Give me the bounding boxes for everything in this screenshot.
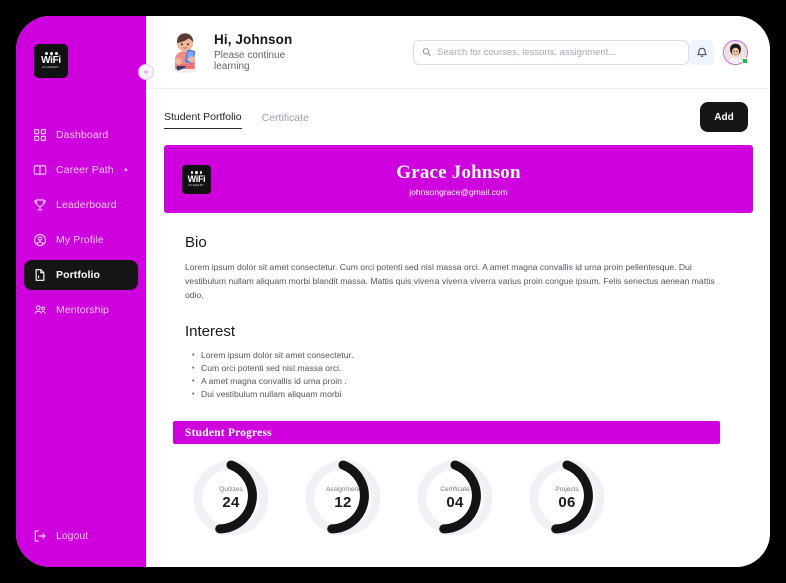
bell-icon [696,47,707,57]
sidebar-nav: Dashboard Career Path ▲ Leaderboard My P… [16,120,146,330]
list-item: Dui vestibulum nullam aliquam morbi [192,388,753,401]
progress-value: 06 [558,493,576,511]
sidebar-item-dashboard[interactable]: Dashboard [24,120,138,150]
tab-certificate[interactable]: Certificate [262,112,309,129]
progress-value: 04 [446,493,464,511]
sidebar-item-label: My Profile [56,234,104,246]
bio-heading: Bio [185,234,207,251]
logo-wordmark: WiFi [41,55,61,66]
logo-wordmark: WiFi [187,173,206,184]
logo-subtext: ACADEMY [188,183,205,187]
search-icon [422,48,431,57]
greeting-title: Hi, Johnson [214,32,293,47]
search-input[interactable] [437,46,680,58]
logo-subtext: ACADEMY [42,66,60,69]
app-window: WiFi ACADEMY « Dashboard Career Path ▲ L… [16,16,770,567]
progress-label: Assignment [326,485,360,493]
avatar[interactable] [723,39,748,65]
sidebar-collapse-button[interactable]: « [138,64,154,80]
progress-value: 24 [222,493,240,511]
file-icon [35,269,45,281]
profile-name: Grace Johnson [396,161,521,183]
sidebar-item-mentorship[interactable]: Mentorship [24,295,138,325]
interest-list: Lorem ipsum dolor sit amet consectetur. … [192,349,753,401]
progress-ring-quizzes: Quizzes 24 [190,457,272,539]
student-progress-header: Student Progress [173,421,720,444]
progress-label: Projects [555,485,579,493]
interest-heading: Interest [185,323,236,340]
sidebar-item-portfolio[interactable]: Portfolio [24,260,138,290]
progress-ring-certificate: Certificate 04 [414,457,496,539]
progress-ring-projects: Projects 06 [526,457,608,539]
sidebar-item-label: Leaderboard [56,199,117,211]
book-icon [33,165,47,175]
add-button[interactable]: Add [700,102,748,132]
student-progress-title: Student Progress [185,426,272,439]
trophy-icon [34,199,46,211]
sidebar-item-my-profile[interactable]: My Profile [24,225,138,255]
search-bar[interactable] [412,39,689,65]
sidebar-item-label: Dashboard [56,129,109,141]
tab-label: Student Portfolio [164,111,242,123]
sidebar-item-label: Portfolio [56,269,101,281]
progress-row: Quizzes 24 Assignment 12 Certificate 04 … [164,457,753,539]
portfolio-content: WiFi ACADEMY Grace Johnson johnsongrace@… [146,145,770,567]
progress-value: 12 [334,493,352,511]
banner-logo: WiFi ACADEMY [182,164,211,194]
topbar: Hi, Johnson Please continue learning [146,16,770,89]
profile-identity: Grace Johnson johnsongrace@gmail.com [164,162,753,197]
sidebar: WiFi ACADEMY « Dashboard Career Path ▲ L… [16,16,154,567]
main-area: Hi, Johnson Please continue learning Sea… [146,16,770,567]
tab-label: Certificate [261,111,309,124]
list-item: Cum orci potenti sed nisl massa orci. [192,362,753,375]
profile-banner: WiFi ACADEMY Grace Johnson johnsongrace@… [164,145,753,213]
greeting-block: Hi, Johnson Please continue learning [214,32,319,72]
chevron-left-collapse-icon: « [144,68,148,76]
tabs-row: Student Portfolio Certificate Add [146,89,770,145]
brand-logo: WiFi ACADEMY [34,44,68,78]
header-actions [689,39,748,65]
list-item: Lorem ipsum dolor sit amet consectetur. [192,349,753,362]
sidebar-item-leaderboard[interactable]: Leaderboard [24,190,138,220]
tab-student-portfolio[interactable]: Student Portfolio [164,111,242,129]
user-circle-icon [33,233,47,247]
greeting-subtitle: Please continue learning [214,50,286,72]
progress-label: Certificate [440,485,470,493]
profile-email: johnsongrace@gmail.com [409,186,508,197]
notifications-button[interactable] [689,39,714,65]
people-icon [34,305,46,315]
sidebar-item-label: Mentorship [56,304,109,316]
progress-label: Quizzes [219,485,243,493]
sidebar-item-career-path[interactable]: Career Path ▲ [24,155,138,185]
student-reading-illustration [173,33,197,73]
progress-ring-assignment: Assignment 12 [302,457,384,539]
logout-label: Logout [56,530,89,542]
grid-icon [33,128,47,142]
status-badge [742,57,748,64]
logout-icon [34,530,46,542]
logout-button[interactable]: Logout [16,529,146,543]
list-item: A amet magna convallis id urna proin . [192,375,753,388]
chevron-up-icon[interactable]: ▲ [123,167,129,173]
bio-text: Lorem ipsum dolor sit amet consectetur. … [185,262,715,300]
sidebar-item-label: Career Path [56,164,114,176]
